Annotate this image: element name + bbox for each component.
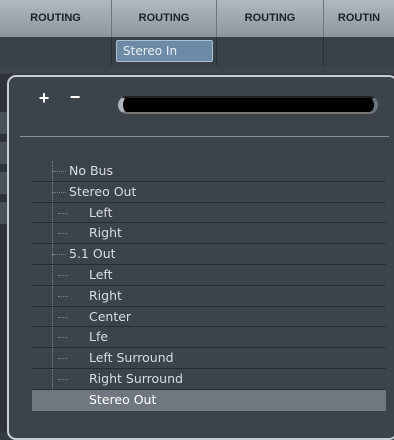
tree-guide [58,337,68,339]
tree-guide [52,171,66,172]
tree-guide [52,254,66,256]
column-header-routing-2[interactable]: ROUTING [112,0,217,37]
tree-item-label: Right [89,287,122,303]
tree-item-label: Left Surround [89,350,174,366]
bus-tree: No Bus Stereo Out Left Right 5.1 Out Lef… [32,161,386,411]
search-input[interactable] [118,96,378,114]
tree-item-label: Lfe [89,329,109,345]
tree-guide [52,306,53,327]
channel-area-band [0,66,394,74]
tree-guide [52,202,53,223]
tree-guide [52,191,66,193]
divider [20,136,389,137]
tree-guide [52,368,53,389]
tree-item-label: Left [89,204,113,220]
tree-item-surround-left[interactable]: Left [32,264,386,286]
tree-item-left-surround[interactable]: Left Surround [32,348,386,369]
tree-guide [58,274,68,276]
tree-item-label: No Bus [69,163,113,178]
tree-guide [52,223,53,244]
tree-guide [58,316,68,318]
tree-guide [58,212,68,214]
input-routing-button[interactable]: Stereo In [116,40,213,62]
tree-item-label: Center [89,308,132,324]
column-header-routing-1[interactable]: ROUTING [0,0,112,37]
tree-guide [52,285,53,306]
column-header-routing-3[interactable]: ROUTING [217,0,324,37]
tree-item-stereo-left[interactable]: Left [32,202,386,224]
remove-bus-button[interactable]: − [65,88,85,108]
tree-guide [52,264,53,285]
tree-item-5-1-out[interactable]: 5.1 Out [32,244,386,265]
tree-item-surround-right[interactable]: Right [32,285,386,307]
tree-item-lfe[interactable]: Lfe [32,327,386,349]
tree-item-no-bus[interactable]: No Bus [32,161,386,182]
column-header-routing-4[interactable]: ROUTIN [324,0,394,37]
tree-guide [58,233,68,235]
routing-cell[interactable] [217,37,324,66]
tree-guide [58,358,68,360]
tree-guide [52,348,53,368]
tree-guide [52,327,53,348]
tree-item-label: Left [89,266,113,282]
tree-item-stereo-out-selected[interactable]: Stereo Out [32,389,386,411]
tree-item-stereo-right[interactable]: Right [32,223,386,245]
tree-item-label: Stereo Out [69,183,137,199]
tree-item-label: 5.1 Out [69,246,116,262]
tree-guide [58,295,68,297]
tree-item-label: Stereo Out [89,391,157,407]
tree-item-center[interactable]: Center [32,306,386,328]
tree-item-right-surround[interactable]: Right Surround [32,368,386,390]
routing-cell[interactable] [0,37,112,66]
tree-guide [58,378,68,380]
tree-item-label: Right [89,225,122,241]
tree-item-stereo-out[interactable]: Stereo Out [32,181,386,203]
add-bus-button[interactable]: + [34,88,54,108]
tree-item-label: Right Surround [89,370,183,386]
